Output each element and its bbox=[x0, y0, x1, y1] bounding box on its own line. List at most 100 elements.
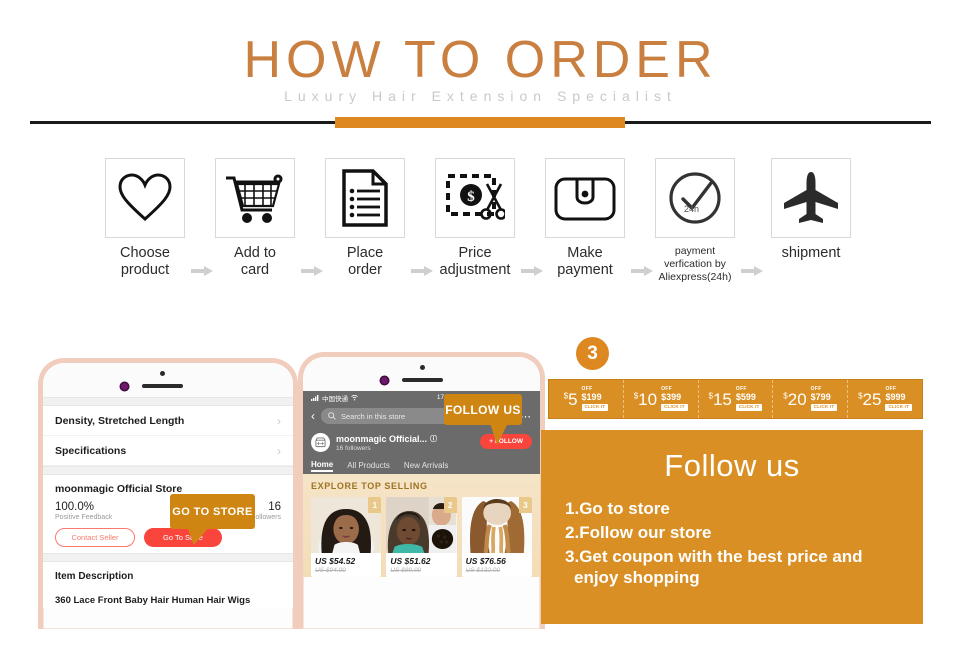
product-card[interactable]: 3 US $76.56 US $132.00 bbox=[461, 497, 532, 577]
top-selling-banner: EXPLORE TOP SELLING 1 US $54.52 US $94.0… bbox=[303, 474, 540, 577]
stat-caption: Followers bbox=[251, 514, 281, 521]
coupon-cta[interactable]: CLICK IT bbox=[661, 403, 688, 412]
coupon-item[interactable]: $10 OFF $399 CLICK IT bbox=[624, 380, 699, 418]
step-badge-3: 3 bbox=[576, 337, 609, 370]
follow-step: 2.Follow our store bbox=[565, 522, 712, 542]
callout-tail bbox=[184, 527, 210, 545]
callout-label: FOLLOW US bbox=[445, 402, 521, 417]
info-icon[interactable]: ⓘ bbox=[430, 434, 437, 444]
header-divider-accent bbox=[335, 117, 625, 128]
coupon-min-spend: $199 bbox=[581, 391, 602, 402]
coupon-cta[interactable]: CLICK IT bbox=[810, 403, 838, 412]
coupon-item[interactable]: $25 OFF $999 CLICK IT bbox=[848, 380, 922, 418]
rank-badge: 1 bbox=[368, 497, 382, 513]
status-carrier: 中国快通 bbox=[311, 393, 358, 403]
item-description-text: 360 Lace Front Baby Hair Human Hair Wigs bbox=[55, 595, 251, 606]
page-title: HOW TO ORDER bbox=[243, 31, 718, 89]
coupon-amount: $5 bbox=[563, 389, 578, 409]
step-label: Place order bbox=[346, 245, 384, 278]
product-price: US $76.56 bbox=[465, 556, 506, 566]
section-divider bbox=[43, 553, 293, 562]
coupon-item[interactable]: $5 OFF $199 CLICK IT bbox=[549, 380, 624, 418]
back-arrow-icon[interactable]: ‹ bbox=[311, 410, 315, 422]
coupon-cta[interactable]: CLICK IT bbox=[885, 403, 913, 412]
follow-us-title: Follow us bbox=[664, 448, 800, 483]
store-tabs: Home All Products New Arrivals bbox=[303, 457, 540, 474]
step-price-adjustment: $ Price adjustment bbox=[427, 158, 523, 278]
store-actions: Contact Seller Go To Store bbox=[55, 528, 281, 547]
detail-row-specifications[interactable]: Specifications › bbox=[43, 436, 293, 466]
stat-value: 100.0% bbox=[55, 501, 95, 513]
callout-label: GO TO STORE bbox=[172, 505, 253, 518]
product-card[interactable]: 1 US $54.52 US $94.00 bbox=[311, 497, 382, 577]
coupon-min-spend: $999 bbox=[885, 391, 906, 402]
follow-step: 1.Go to store bbox=[565, 499, 670, 518]
step-place-order: Place order bbox=[317, 158, 413, 278]
cart-icon bbox=[215, 158, 295, 238]
stat-positive-feedback: 100.0% Positive Feedback bbox=[55, 501, 112, 521]
phone-top-bezel bbox=[43, 363, 293, 397]
tab-home[interactable]: Home bbox=[311, 460, 334, 472]
coupon-item[interactable]: $15 OFF $599 CLICK IT bbox=[699, 380, 774, 418]
search-icon bbox=[328, 412, 336, 420]
page-subtitle: Luxury Hair Extension Specialist bbox=[284, 88, 677, 104]
tab-all-products[interactable]: All Products bbox=[347, 461, 390, 470]
store-name: moonmagic Official... ⓘ bbox=[336, 433, 438, 444]
coupon-strip: $5 OFF $199 CLICK IT $10 OFF $399 CLICK … bbox=[548, 379, 923, 419]
how-to-order-infographic: HOW TO ORDER Luxury Hair Extension Speci… bbox=[0, 0, 961, 658]
svg-text:$: $ bbox=[467, 189, 475, 205]
follow-step: 3.Get coupon with the best price and enjo… bbox=[565, 546, 863, 588]
coupon-meta: OFF $199 CLICK IT bbox=[581, 385, 609, 412]
coupon-meta: OFF $599 CLICK IT bbox=[735, 385, 763, 412]
coupon-item[interactable]: $20 OFF $799 CLICK IT bbox=[773, 380, 849, 418]
contact-seller-button[interactable]: Contact Seller bbox=[55, 528, 135, 547]
sensor-icon bbox=[420, 365, 425, 370]
callout-go-to-store: GO TO STORE bbox=[170, 494, 255, 545]
rank-badge: 2 bbox=[443, 497, 457, 513]
stat-followers: 16 Followers bbox=[251, 501, 281, 521]
banner-title: EXPLORE TOP SELLING bbox=[311, 481, 428, 491]
coupon-off-label: OFF bbox=[885, 385, 897, 392]
product-image: 2 bbox=[386, 497, 457, 553]
phone-top-bezel bbox=[303, 357, 540, 391]
wifi-icon bbox=[351, 394, 358, 400]
step-label: Add to card bbox=[234, 245, 276, 278]
item-description-title: Item Description bbox=[55, 571, 134, 582]
price-scissors-icon: $ bbox=[435, 158, 515, 238]
header: HOW TO ORDER Luxury Hair Extension Speci… bbox=[0, 0, 961, 138]
front-camera-icon bbox=[381, 377, 388, 384]
follow-us-steps: 1.Go to store 2.Follow our store 3.Get c… bbox=[565, 498, 899, 589]
step-label: Price adjustment bbox=[439, 245, 511, 278]
phone-screen-left: Density, Stretched Length › Specificatio… bbox=[43, 397, 293, 608]
callout-follow-us: FOLLOW US bbox=[444, 394, 522, 445]
product-price: US $51.62 bbox=[390, 556, 431, 566]
product-original-price: US $89.00 bbox=[390, 567, 422, 574]
coupon-cta[interactable]: CLICK IT bbox=[581, 403, 609, 412]
coupon-off-label: OFF bbox=[581, 385, 593, 392]
product-image: 3 bbox=[461, 497, 532, 553]
coupon-amount: $25 bbox=[858, 389, 882, 409]
clock-check-icon: 24h bbox=[655, 158, 735, 238]
step-payment-verification: 24h payment verfication by Aliexpress(24h) bbox=[647, 158, 743, 283]
coupon-off-label: OFF bbox=[735, 385, 747, 392]
product-image: 1 bbox=[311, 497, 382, 553]
tab-new-arrivals[interactable]: New Arrivals bbox=[404, 461, 448, 470]
front-camera-icon bbox=[121, 383, 128, 390]
go-to-store-button[interactable]: Go To Store bbox=[144, 528, 222, 547]
coupon-amount: $20 bbox=[783, 389, 807, 409]
document-icon bbox=[325, 158, 405, 238]
item-description-section: Item Description 360 Lace Front Baby Hai… bbox=[43, 562, 293, 608]
follow-us-panel: Follow us 1.Go to store 2.Follow our sto… bbox=[541, 430, 923, 624]
svg-text:24h: 24h bbox=[684, 204, 699, 214]
product-original-price: US $132.00 bbox=[465, 567, 500, 574]
chevron-right-icon: › bbox=[277, 443, 281, 458]
step-shipment: shipment bbox=[763, 158, 859, 262]
coupon-cta[interactable]: CLICK IT bbox=[735, 403, 763, 412]
detail-row-density[interactable]: Density, Stretched Length › bbox=[43, 406, 293, 436]
airplane-icon bbox=[771, 158, 851, 238]
product-original-price: US $94.00 bbox=[315, 567, 346, 574]
rank-badge: 3 bbox=[518, 497, 532, 513]
callout-tail bbox=[490, 423, 508, 445]
product-card[interactable]: 2 US $51.62 US $89.00 bbox=[386, 497, 457, 577]
steps-row: Choose product Add to card Place order $… bbox=[0, 158, 961, 300]
